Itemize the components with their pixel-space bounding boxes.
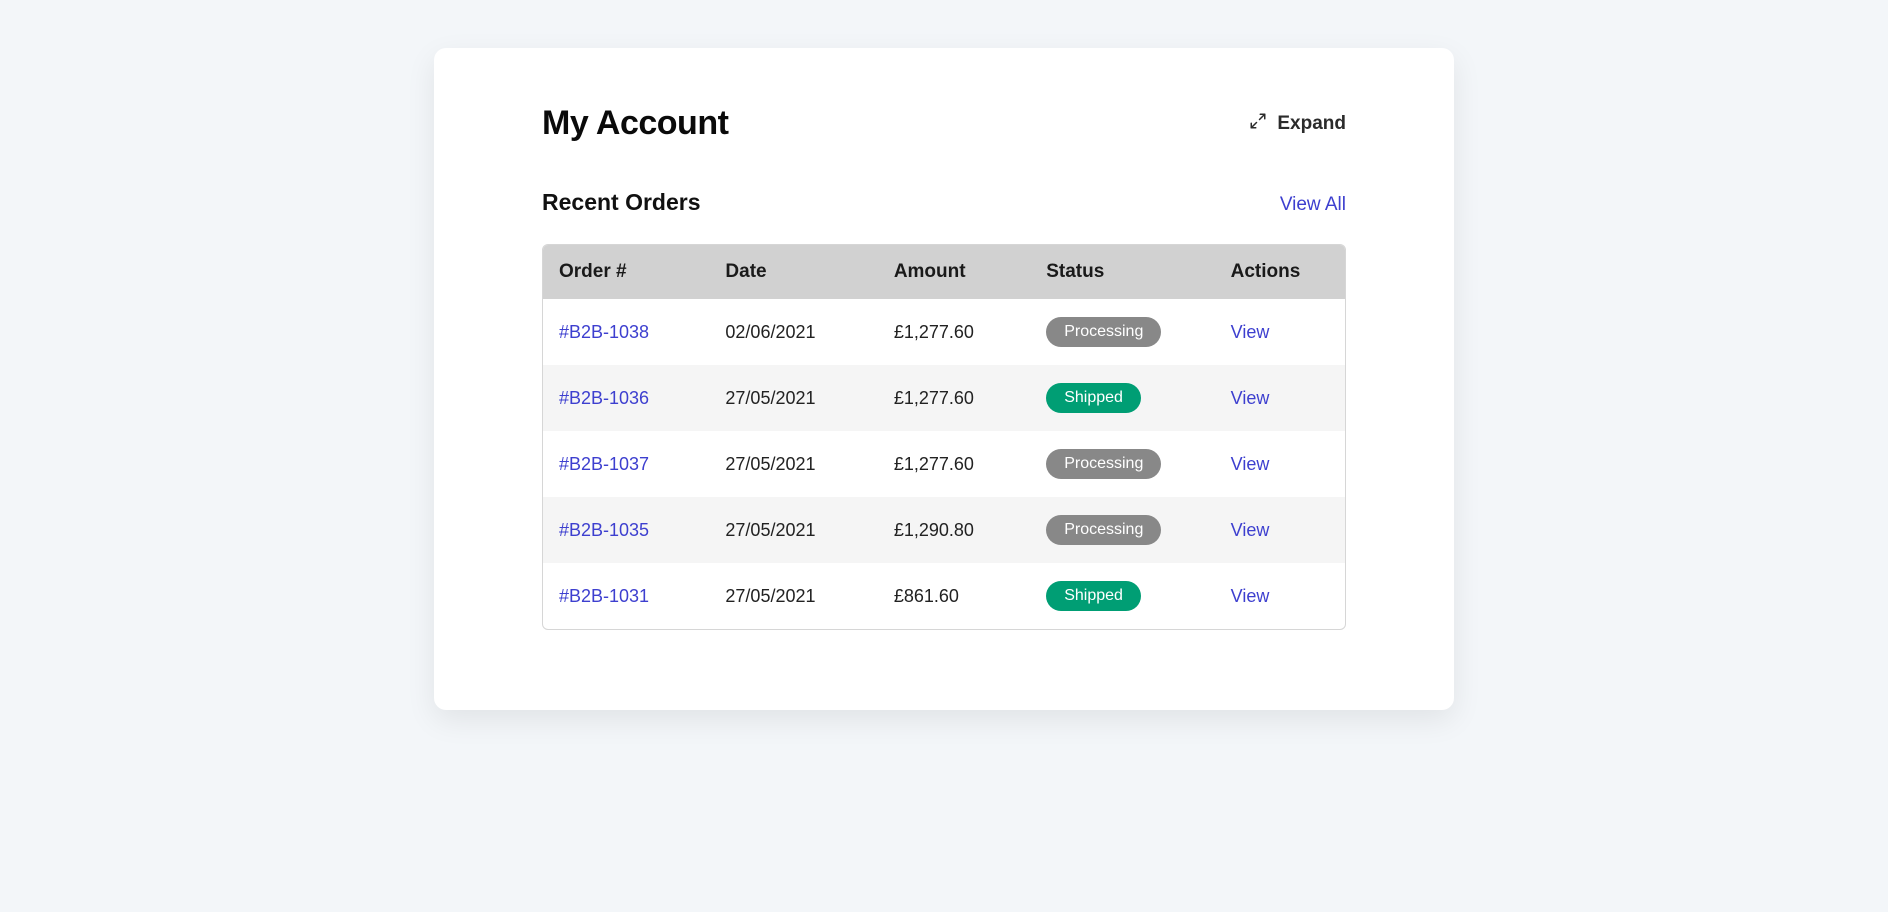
orders-table-wrap: Order # Date Amount Status Actions #B2B-… <box>542 244 1346 630</box>
col-status: Status <box>1032 245 1216 299</box>
view-order-button[interactable]: View <box>1231 454 1270 475</box>
view-all-link[interactable]: View All <box>1280 194 1346 216</box>
order-amount: £1,277.60 <box>880 299 1032 365</box>
table-row: #B2B-1038 02/06/2021£1,277.60 Processing Vi… <box>543 299 1345 365</box>
order-date: 27/05/2021 <box>711 563 879 629</box>
col-actions: Actions <box>1217 245 1345 299</box>
order-amount: £861.60 <box>880 563 1032 629</box>
order-amount: £1,277.60 <box>880 365 1032 431</box>
page-title: My Account <box>542 104 728 143</box>
section-header: Recent Orders View All <box>542 189 1346 216</box>
expand-button[interactable]: Expand <box>1249 112 1346 136</box>
expand-label: Expand <box>1277 113 1346 135</box>
status-badge: Shipped <box>1046 383 1141 413</box>
table-row: #B2B-1031 27/05/2021£861.60 Shipped View <box>543 563 1345 629</box>
table-row: #B2B-1037 27/05/2021£1,277.60 Processing Vi… <box>543 431 1345 497</box>
col-amount: Amount <box>880 245 1032 299</box>
order-link[interactable]: #B2B-1036 <box>559 388 649 408</box>
status-badge: Shipped <box>1046 581 1141 611</box>
section-title: Recent Orders <box>542 189 701 216</box>
order-date: 02/06/2021 <box>711 299 879 365</box>
view-order-button[interactable]: View <box>1231 520 1270 541</box>
orders-table: Order # Date Amount Status Actions #B2B-… <box>543 245 1345 629</box>
view-order-button[interactable]: View <box>1231 322 1270 343</box>
col-date: Date <box>711 245 879 299</box>
table-row: #B2B-1035 27/05/2021£1,290.80 Processing Vi… <box>543 497 1345 563</box>
account-card: My Account Expand Recent Orders View All… <box>434 48 1454 710</box>
order-amount: £1,290.80 <box>880 497 1032 563</box>
view-order-button[interactable]: View <box>1231 586 1270 607</box>
order-amount: £1,277.60 <box>880 431 1032 497</box>
col-order: Order # <box>543 245 711 299</box>
table-header-row: Order # Date Amount Status Actions <box>543 245 1345 299</box>
status-badge: Processing <box>1046 515 1161 545</box>
order-link[interactable]: #B2B-1038 <box>559 322 649 342</box>
order-link[interactable]: #B2B-1037 <box>559 454 649 474</box>
table-row: #B2B-1036 27/05/2021£1,277.60 Shipped View <box>543 365 1345 431</box>
order-link[interactable]: #B2B-1035 <box>559 520 649 540</box>
view-order-button[interactable]: View <box>1231 388 1270 409</box>
order-date: 27/05/2021 <box>711 365 879 431</box>
status-badge: Processing <box>1046 317 1161 347</box>
order-date: 27/05/2021 <box>711 497 879 563</box>
status-badge: Processing <box>1046 449 1161 479</box>
order-date: 27/05/2021 <box>711 431 879 497</box>
order-link[interactable]: #B2B-1031 <box>559 586 649 606</box>
card-header: My Account Expand <box>542 104 1346 143</box>
expand-icon <box>1249 112 1267 136</box>
